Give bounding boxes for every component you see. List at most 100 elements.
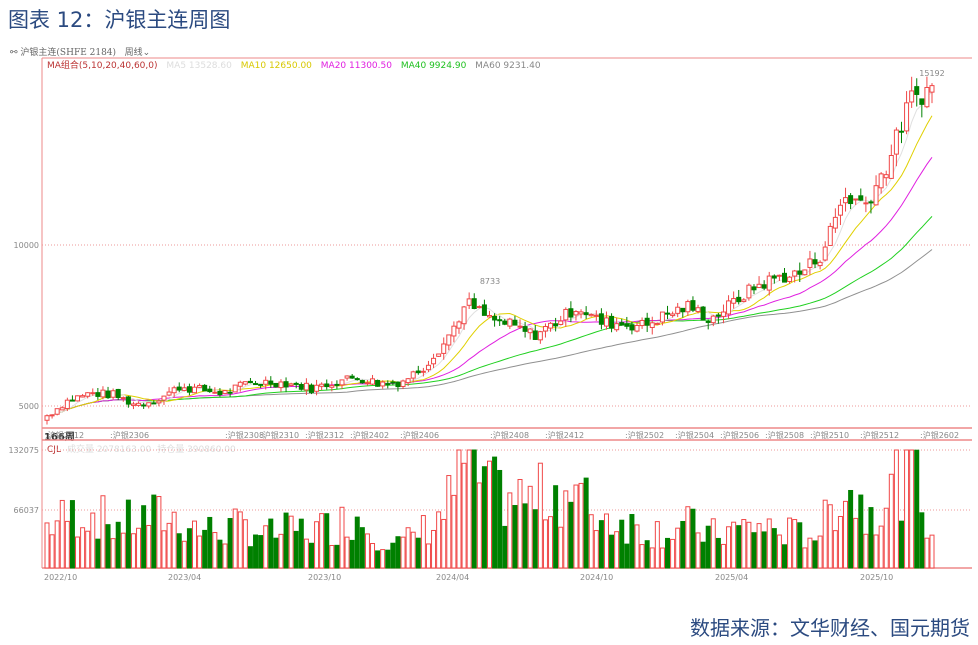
ma5-line	[46, 92, 933, 417]
volume-bar	[507, 492, 513, 569]
candle-body	[171, 387, 177, 394]
candle-body	[232, 384, 238, 393]
candle-body	[797, 270, 803, 275]
candle-body	[715, 314, 721, 317]
volume-bar	[614, 531, 620, 569]
volume-bar	[659, 547, 665, 569]
contract-label: :沪银2508	[765, 430, 804, 440]
candle-body	[420, 370, 426, 373]
volume-bar	[349, 539, 355, 569]
candle-body	[812, 259, 818, 265]
volume-bar	[222, 543, 228, 569]
volume-bar	[415, 537, 421, 569]
volume-bar	[405, 527, 411, 569]
volume-bar	[797, 522, 803, 569]
candle-body	[848, 195, 854, 205]
candle-body	[242, 381, 248, 385]
volume-bar	[527, 485, 533, 569]
contract-label: :沪银2212	[45, 430, 84, 440]
candle-body	[476, 306, 482, 309]
volume-bar	[568, 501, 574, 569]
candle-body	[685, 301, 691, 313]
y-tick-label: 5000	[19, 402, 39, 411]
candle-body	[329, 385, 335, 388]
contract-label: :沪银2504	[675, 430, 714, 440]
volume-bar	[202, 529, 208, 569]
candle-body	[258, 383, 264, 386]
candle-body	[787, 276, 793, 282]
volume-bar	[843, 500, 849, 569]
candle-body	[278, 381, 284, 389]
x-tick-label: 2025/04	[715, 573, 748, 582]
candle-body	[166, 391, 172, 396]
volume-bar	[563, 490, 569, 569]
high-price-label: 15192	[919, 69, 944, 78]
candle-body	[247, 380, 253, 384]
candle-body	[614, 323, 620, 331]
volume-bar	[822, 499, 828, 569]
contract-label: :沪银2502	[625, 430, 664, 440]
candle-body	[319, 383, 325, 387]
candle-body	[904, 102, 910, 132]
volume-bar	[883, 507, 889, 569]
candle-body	[471, 298, 477, 310]
candle-body	[568, 308, 574, 318]
candle-body	[227, 391, 233, 394]
candle-body	[731, 298, 737, 304]
kline-chart[interactable]: 5000 10000 132075 66037 15192 8733:沪银2212:沪银2…	[0, 0, 978, 645]
volume-bar	[125, 499, 131, 569]
volume-bar	[425, 543, 431, 569]
candle-body	[705, 320, 711, 323]
contract-label: :沪银2602	[920, 430, 959, 440]
candle-body	[207, 388, 213, 393]
candle-body	[461, 306, 467, 325]
volume-bar	[675, 527, 681, 569]
candle-body	[212, 391, 218, 394]
candle-body	[283, 381, 289, 388]
candle-body	[924, 86, 930, 108]
volume-bar	[410, 531, 416, 569]
volume-bar	[873, 534, 879, 569]
candle-body	[558, 320, 564, 325]
volume-bar	[761, 531, 767, 569]
candle-body	[466, 298, 472, 306]
contract-label: :沪银2510	[810, 430, 849, 440]
candle-body	[324, 383, 330, 388]
volume-bar	[685, 506, 691, 569]
candle-body	[364, 382, 370, 385]
volume-bar	[227, 518, 233, 569]
candle-body	[843, 197, 849, 204]
volume-bar	[400, 536, 406, 569]
contract-label: :沪银2402	[350, 430, 389, 440]
volume-bar	[634, 524, 640, 569]
volume-bar	[700, 541, 706, 569]
volume-bar	[64, 520, 70, 569]
candle-body	[517, 325, 523, 328]
x-tick-label: 2022/10	[44, 573, 77, 582]
candle-body	[487, 314, 492, 318]
candle-body	[303, 382, 309, 391]
volume-bar	[553, 485, 559, 569]
candle-body	[527, 328, 533, 334]
contract-label: :沪银2506	[720, 430, 759, 440]
candle-body	[64, 399, 70, 410]
y-tick-label: 10000	[14, 241, 39, 250]
candle-body	[110, 390, 116, 398]
candle-body	[105, 390, 111, 399]
volume-bar	[166, 522, 172, 569]
volume-bar	[898, 520, 904, 569]
candle-body	[380, 381, 386, 387]
ma20-line	[46, 157, 933, 417]
volume-bar	[710, 518, 716, 569]
volume-bar	[75, 536, 81, 569]
volume-tick-label: 66037	[14, 506, 39, 515]
volume-bar	[186, 528, 192, 569]
candle-body	[446, 334, 452, 346]
volume-bar	[471, 449, 477, 569]
candle-body	[436, 353, 442, 357]
volume-bar	[832, 530, 838, 569]
volume-bar	[288, 515, 294, 569]
volume-bar	[303, 538, 309, 569]
candle-body	[741, 299, 747, 303]
volume-bar	[771, 528, 777, 569]
